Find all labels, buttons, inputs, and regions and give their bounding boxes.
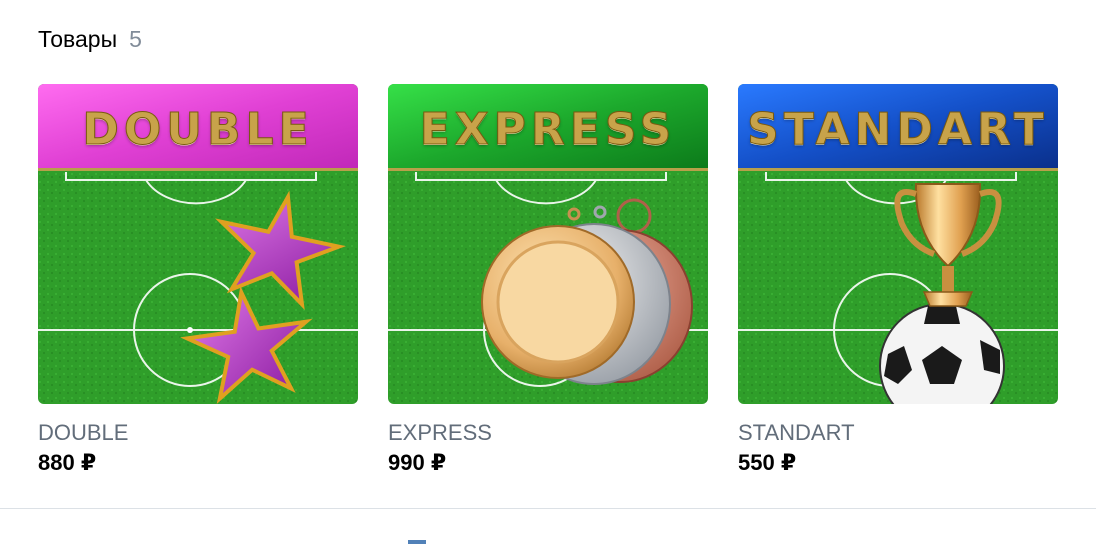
- products-grid: DOUBLE DOUBLE 880 ₽ EXPRESS EXPRESS 990 …: [38, 84, 1058, 476]
- product-card-express[interactable]: EXPRESS EXPRESS 990 ₽: [388, 84, 708, 476]
- product-price: 880 ₽: [38, 450, 97, 475]
- product-banner-text: DOUBLE: [82, 104, 314, 156]
- product-card-standart[interactable]: STANDART STANDART 550 ₽: [738, 84, 1058, 476]
- products-count: 5: [129, 26, 142, 52]
- section-divider: [0, 508, 1096, 509]
- product-card-double[interactable]: DOUBLE DOUBLE 880 ₽: [38, 84, 358, 476]
- product-image[interactable]: DOUBLE: [38, 84, 358, 404]
- product-price: 990 ₽: [388, 450, 447, 475]
- product-price: 550 ₽: [738, 450, 797, 475]
- product-name[interactable]: EXPRESS: [388, 420, 708, 446]
- product-banner-text: STANDART: [747, 104, 1049, 156]
- product-image[interactable]: EXPRESS: [388, 84, 708, 404]
- products-header: Товары 5: [38, 26, 142, 53]
- product-image[interactable]: STANDART: [738, 84, 1058, 404]
- tab-indicator: [408, 540, 426, 544]
- product-banner-text: EXPRESS: [419, 104, 677, 156]
- section-title[interactable]: Товары: [38, 26, 117, 53]
- product-name[interactable]: STANDART: [738, 420, 1058, 446]
- product-name[interactable]: DOUBLE: [38, 420, 358, 446]
